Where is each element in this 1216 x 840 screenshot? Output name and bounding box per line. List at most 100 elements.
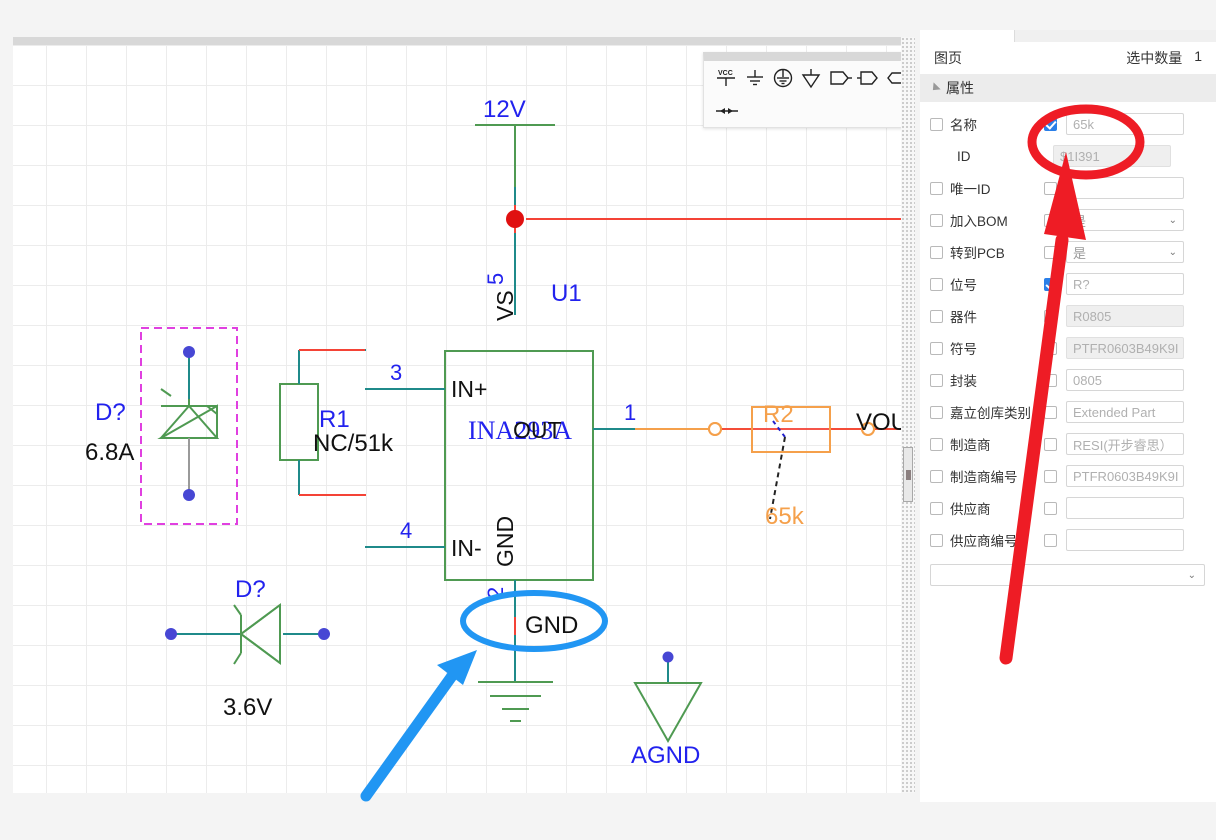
net-flag-left-icon[interactable] <box>854 64 882 92</box>
property-value-checkbox-slot <box>1042 341 1058 355</box>
property-label: 器件 <box>950 310 977 325</box>
property-input[interactable] <box>1066 497 1184 519</box>
property-label: 唯一ID <box>950 182 991 197</box>
property-label-checkbox[interactable] <box>930 405 943 419</box>
property-value-checkbox-slot <box>1042 245 1058 259</box>
property-label: 封装 <box>950 374 977 389</box>
panel-title: 图页 <box>934 50 962 66</box>
property-value-checkbox[interactable] <box>1043 117 1057 131</box>
property-label-checkbox[interactable] <box>930 309 943 323</box>
property-label-checkbox[interactable] <box>930 373 943 387</box>
agnd-triangle-port-icon[interactable] <box>797 64 825 92</box>
property-label-checkbox[interactable] <box>930 245 943 259</box>
svg-text:VCC: VCC <box>718 70 733 77</box>
property-value-checkbox-slot <box>1042 533 1058 547</box>
property-value-checkbox-slot <box>1042 309 1058 323</box>
chevron-down-icon: ⌄ <box>1168 246 1177 258</box>
property-label-checkbox[interactable] <box>930 181 943 195</box>
property-value-checkbox[interactable] <box>1043 533 1057 547</box>
property-value-checkbox[interactable] <box>1043 245 1057 259</box>
property-row: 符号 PTFR0603B49K9I <box>920 332 1216 364</box>
schematic-drawing[interactable]: .wG { stroke:#4f9a52; fill:none; stroke-… <box>13 37 911 793</box>
schematic-canvas[interactable]: .wG { stroke:#4f9a52; fill:none; stroke-… <box>13 37 911 793</box>
property-input[interactable] <box>1066 529 1184 551</box>
property-label-checkbox[interactable] <box>930 501 943 515</box>
power-port-palette[interactable]: VCC <box>703 52 912 128</box>
property-label-checkbox[interactable] <box>930 117 943 131</box>
add-property-select[interactable]: ⌄ <box>930 564 1205 586</box>
property-value-checkbox-slot <box>1042 437 1058 451</box>
property-input[interactable]: RESI(开步睿思） <box>1066 433 1184 455</box>
property-select[interactable]: 是 ⌄ <box>1066 209 1184 231</box>
property-input[interactable]: 0805 <box>1066 369 1184 391</box>
property-label: 供应商 <box>950 502 991 517</box>
net-flag-right-icon[interactable] <box>826 64 854 92</box>
property-value-checkbox[interactable] <box>1043 341 1057 355</box>
property-label-checkbox[interactable] <box>930 213 943 227</box>
zener-36v-value: 3.6V <box>223 694 272 721</box>
zener-diode-68a-symbol[interactable] <box>140 327 238 525</box>
property-value-checkbox-slot <box>1042 373 1058 387</box>
property-label-checkbox[interactable] <box>930 277 943 291</box>
property-row: 名称 65k <box>920 108 1216 140</box>
property-label: 加入BOM <box>950 214 1008 229</box>
net-label-12v: 12V <box>483 96 526 123</box>
chevron-down-icon: ⌄ <box>1187 569 1196 581</box>
earth-circle-port-icon[interactable] <box>769 64 797 92</box>
property-value-checkbox[interactable] <box>1043 181 1057 195</box>
property-input[interactable]: PTFR0603B49K9I <box>1066 465 1184 487</box>
agnd-port-symbol[interactable] <box>633 651 703 744</box>
property-rows: 名称 65k ID $1I391 唯一ID 加入BOM 是 ⌄ 转到PCB 是 ⌄ 位号 R? 器件 R08… <box>920 108 1216 556</box>
pin-number-3: 3 <box>390 360 402 385</box>
selection-count-value: 1 <box>1194 48 1202 64</box>
property-row: 供应商 <box>920 492 1216 524</box>
chevron-collapse-icon[interactable] <box>929 82 941 94</box>
property-input[interactable]: $1I391 <box>1053 145 1171 167</box>
property-input[interactable]: Extended Part <box>1066 401 1184 423</box>
pin-number-5: 5 <box>483 273 508 285</box>
property-input[interactable]: R0805 <box>1066 305 1184 327</box>
chevron-down-icon: ⌄ <box>1168 214 1177 226</box>
property-value-checkbox[interactable] <box>1043 437 1057 451</box>
property-row: 器件 R0805 <box>920 300 1216 332</box>
property-value-checkbox[interactable] <box>1043 309 1057 323</box>
property-label-checkbox[interactable] <box>930 437 943 451</box>
property-label-checkbox[interactable] <box>930 469 943 483</box>
bidirectional-port-icon[interactable] <box>712 97 742 125</box>
zener-diode-36v-symbol[interactable] <box>165 603 330 665</box>
property-label-checkbox[interactable] <box>930 533 943 547</box>
vcc-port-icon[interactable]: VCC <box>712 64 740 92</box>
scrollbar-thumb[interactable] <box>903 447 913 502</box>
section-header-label: 属性 <box>946 80 974 96</box>
properties-panel: 图页 选中数量 1 属性 名称 65k ID $1I391 唯一ID 加入BOM 是 ⌄ 转到P… <box>920 30 1216 802</box>
power-port-12v[interactable] <box>475 124 555 187</box>
property-row: 供应商编号 <box>920 524 1216 556</box>
property-select[interactable]: 是 ⌄ <box>1066 241 1184 263</box>
property-value-checkbox[interactable] <box>1043 469 1057 483</box>
property-input[interactable] <box>1066 177 1184 199</box>
tab-stub-active[interactable] <box>920 30 1015 42</box>
property-row: 制造商 RESI(开步睿思） <box>920 428 1216 460</box>
property-value-checkbox-slot <box>1042 469 1058 483</box>
property-value-checkbox[interactable] <box>1043 373 1057 387</box>
tab-stub-inactive[interactable] <box>1103 30 1216 42</box>
property-row: 位号 R? <box>920 268 1216 300</box>
property-label: 位号 <box>950 278 977 293</box>
pin-number-2: 2 <box>483 587 508 599</box>
property-input[interactable]: 65k <box>1066 113 1184 135</box>
gnd-port-icon[interactable] <box>740 64 768 92</box>
property-input[interactable]: R? <box>1066 273 1184 295</box>
property-value-checkbox[interactable] <box>1043 405 1057 419</box>
property-row: 制造商编号 PTFR0603B49K9I <box>920 460 1216 492</box>
tab-stub-gap <box>1015 30 1103 42</box>
canvas-vertical-scrollbar[interactable] <box>901 37 915 793</box>
property-row: 转到PCB 是 ⌄ <box>920 236 1216 268</box>
property-label-checkbox[interactable] <box>930 341 943 355</box>
property-value-checkbox[interactable] <box>1043 501 1057 515</box>
property-value-checkbox[interactable] <box>1043 277 1057 291</box>
property-value-checkbox[interactable] <box>1043 213 1057 227</box>
property-input[interactable]: PTFR0603B49K9I <box>1066 337 1184 359</box>
property-value-checkbox-slot <box>1042 213 1058 227</box>
section-header-attributes[interactable]: 属性 <box>920 74 1216 102</box>
gnd-port-symbol[interactable] <box>478 681 553 722</box>
